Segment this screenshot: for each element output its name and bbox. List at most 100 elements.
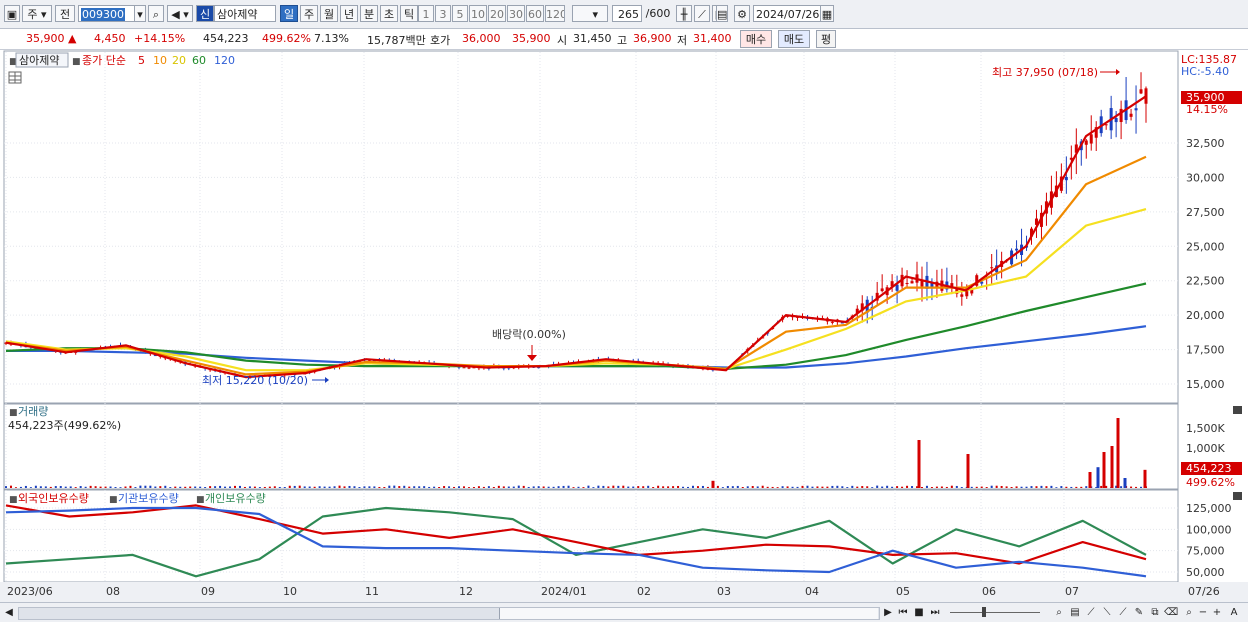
period-button[interactable]: 일	[280, 5, 298, 22]
volume-bar	[388, 485, 391, 488]
fibo-icon[interactable]: ⟋	[1116, 606, 1130, 619]
volume-bar	[433, 486, 436, 488]
zoom-out-icon[interactable]: −	[1198, 606, 1208, 619]
volume-bar	[1010, 487, 1013, 488]
foreign-legend[interactable]: 외국인보유수량	[18, 492, 89, 505]
ruler-icon[interactable]: ✎	[1132, 606, 1146, 619]
period-button[interactable]: 주	[300, 5, 318, 22]
ma20-legend[interactable]: 20	[172, 54, 186, 67]
sin-badge[interactable]: 신	[196, 5, 214, 22]
volume-bar	[627, 486, 630, 488]
zoom-out-magnifier-icon[interactable]: ⌕	[1182, 606, 1196, 619]
eraser-icon[interactable]: ⌫	[1164, 606, 1178, 619]
ma60-legend[interactable]: 60	[192, 54, 206, 67]
layout-icon[interactable]: ▣	[4, 5, 20, 22]
search-icon[interactable]: ⌕	[148, 5, 164, 22]
draw-line-icon[interactable]: ⟍	[1100, 606, 1114, 619]
candle-body	[830, 321, 834, 323]
period-button[interactable]: 초	[380, 5, 398, 22]
code-dropdown[interactable]: ▾	[134, 5, 146, 22]
volume-bar	[253, 486, 256, 488]
interval-button[interactable]: 3	[435, 5, 451, 22]
candle-type-icon[interactable]: ╫	[676, 5, 692, 22]
interval-select[interactable]: ▾	[572, 5, 608, 22]
turnover-rate: 7.13%	[314, 32, 349, 45]
price-ytick: 32,500	[1186, 137, 1225, 150]
stock-code-input[interactable]: 009300	[78, 5, 136, 22]
prev-button[interactable]: 전	[55, 5, 75, 22]
institution-legend[interactable]: 기관보유수량	[118, 492, 179, 505]
x-axis-label: 2023/06	[7, 585, 53, 598]
interval-button[interactable]: 30	[507, 5, 525, 22]
volume-bar	[851, 485, 854, 488]
period-button[interactable]: 년	[340, 5, 358, 22]
volume-bar	[343, 486, 346, 488]
zoom-in-icon[interactable]: +	[1212, 606, 1222, 619]
zoom-slider[interactable]	[950, 612, 1040, 613]
ma120-legend[interactable]: 120	[214, 54, 235, 67]
last-page-icon[interactable]: ⏭	[928, 606, 942, 619]
volume-bar	[418, 486, 421, 488]
volume-ratio: 499.62%	[262, 32, 311, 45]
x-axis-label: 11	[365, 585, 379, 598]
chart-list-icon[interactable]: ▤	[1068, 606, 1082, 619]
volume-bar	[736, 485, 739, 488]
sell-button[interactable]: 매도	[778, 30, 810, 48]
zoom-slider-handle[interactable]	[982, 607, 986, 617]
interval-button[interactable]: 60	[526, 5, 544, 22]
ma10-legend[interactable]: 10	[153, 54, 167, 67]
price-panel	[3, 50, 1179, 404]
volume-bar	[682, 486, 685, 488]
volume-bar	[14, 487, 17, 488]
gear-icon[interactable]: ⚙	[734, 5, 750, 22]
save-icon[interactable]: ▤	[716, 5, 728, 22]
volume-bar	[662, 486, 665, 488]
volume-bar	[368, 486, 371, 488]
interval-button[interactable]: 5	[452, 5, 468, 22]
scroll-right-icon[interactable]: ▶	[882, 606, 894, 619]
volume-bar	[622, 485, 625, 488]
period-button[interactable]: 틱	[400, 5, 418, 22]
volume-bar	[149, 485, 152, 488]
speaker-icon[interactable]: ◀ ▾	[167, 5, 193, 22]
volume-bar	[258, 487, 261, 488]
period-button[interactable]: 월	[320, 5, 338, 22]
eval-button[interactable]: 평	[816, 30, 836, 48]
period-button[interactable]: 분	[360, 5, 378, 22]
stop-icon[interactable]: ■	[912, 606, 926, 619]
calendar-icon[interactable]: ▦	[820, 5, 834, 22]
count-input[interactable]: 265	[612, 5, 642, 22]
volume-bar	[522, 485, 525, 488]
buy-button[interactable]: 매수	[740, 30, 772, 48]
indicator-icon[interactable]: ⟋	[694, 5, 710, 22]
magnifier-icon[interactable]: ⌕	[1052, 606, 1066, 619]
font-size-icon[interactable]: A	[1228, 606, 1240, 619]
hc-label: HC:-5.40	[1181, 65, 1229, 78]
mode-select[interactable]: 주 ▾	[22, 5, 52, 22]
volume-bar	[741, 487, 744, 488]
volume-bar	[413, 486, 416, 488]
stock-chart[interactable]: 2023/06 08 09 10 11 12 2024/01 02 03 04 05 06 07 07/…	[0, 50, 1248, 602]
interval-button[interactable]: 1	[418, 5, 434, 22]
scroll-left-icon[interactable]: ◀	[4, 606, 14, 619]
interval-button[interactable]: 20	[488, 5, 506, 22]
x-axis-label: 02	[637, 585, 651, 598]
volume-bar	[706, 486, 709, 488]
interval-button[interactable]: 10	[469, 5, 487, 22]
scroll-thumb[interactable]	[499, 608, 878, 619]
ma5-legend[interactable]: 5	[138, 54, 145, 67]
trend-line-icon[interactable]: ⟋	[1084, 606, 1098, 619]
scroll-track[interactable]	[18, 607, 880, 620]
date-input[interactable]: 2024/07/26	[753, 5, 821, 22]
interval-button[interactable]: 120	[545, 5, 565, 22]
x-axis-label: 05	[896, 585, 910, 598]
stock-code-value: 009300	[81, 8, 125, 21]
stock-name-field[interactable]: 삼아제약	[214, 5, 276, 22]
first-page-icon[interactable]: ⏮	[896, 606, 910, 619]
copy-icon[interactable]: ⧉	[1148, 606, 1162, 619]
volume-bar	[1030, 486, 1033, 488]
volume-bar	[920, 487, 923, 488]
panel-close-icon[interactable]	[1233, 406, 1242, 414]
individual-legend[interactable]: 개인보유수량	[205, 492, 266, 505]
panel-close-icon[interactable]	[1233, 492, 1242, 500]
